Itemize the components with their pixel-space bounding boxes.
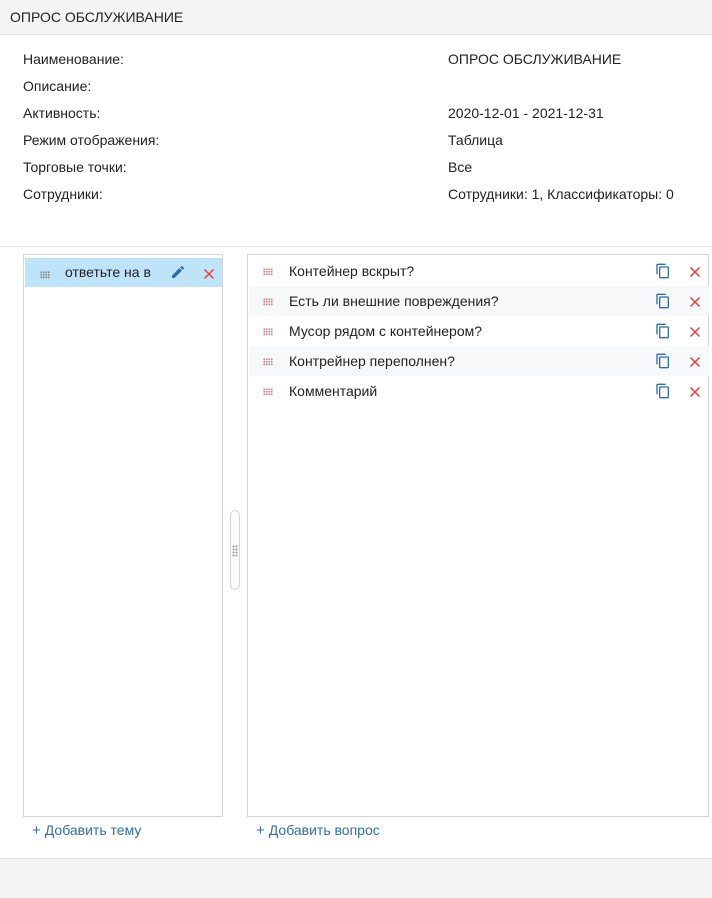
splitter-grip-icon xyxy=(232,545,238,557)
prop-value-activity: 2020-12-01 - 2021-12-31 xyxy=(448,105,604,121)
copy-icon[interactable] xyxy=(655,263,671,279)
theme-label: ответьте на вопросы xyxy=(65,264,151,280)
drag-handle-icon[interactable] xyxy=(40,271,50,279)
prop-label-display-mode: Режим отображения: xyxy=(23,132,160,148)
add-theme-label: Добавить тему xyxy=(44,822,142,838)
section-divider xyxy=(0,246,712,247)
pencil-icon[interactable] xyxy=(170,264,186,280)
delete-icon[interactable] xyxy=(689,325,701,337)
prop-label-activity: Активность: xyxy=(23,105,101,121)
delete-icon[interactable] xyxy=(689,355,701,367)
drag-handle-icon[interactable] xyxy=(263,388,273,396)
add-theme-button[interactable]: + Добавить тему xyxy=(32,822,141,839)
prop-value-display-mode: Таблица xyxy=(448,132,503,148)
copy-icon[interactable] xyxy=(655,293,671,309)
add-question-button[interactable]: + Добавить вопрос xyxy=(256,822,380,839)
drag-handle-icon[interactable] xyxy=(263,268,273,276)
copy-icon[interactable] xyxy=(655,383,671,399)
theme-item[interactable]: ответьте на вопросы xyxy=(25,258,222,287)
delete-icon[interactable] xyxy=(689,295,701,307)
prop-label-description: Описание: xyxy=(23,78,92,94)
question-row[interactable]: Комментарий xyxy=(249,376,709,406)
question-label: Контейнер вскрыт? xyxy=(289,263,415,279)
footer-bar xyxy=(0,858,712,898)
panel-splitter[interactable] xyxy=(230,510,240,590)
window-titlebar: ОПРОС ОБСЛУЖИВАНИЕ xyxy=(0,0,712,35)
prop-label-employees: Сотрудники: xyxy=(23,186,103,202)
prop-value-outlets: Все xyxy=(448,159,473,175)
copy-icon[interactable] xyxy=(655,323,671,339)
questions-panel: Контейнер вскрыт? Есть ли внешние повреж… xyxy=(247,254,709,817)
delete-icon[interactable] xyxy=(689,265,701,277)
delete-icon[interactable] xyxy=(689,385,701,397)
question-label: Есть ли внешние повреждения? xyxy=(289,293,499,309)
question-label: Контрейнер переполнен? xyxy=(289,353,455,369)
themes-panel: ответьте на вопросы xyxy=(23,254,223,817)
prop-label-name: Наименование: xyxy=(23,51,124,67)
plus-icon: + xyxy=(32,822,41,839)
copy-icon[interactable] xyxy=(655,353,671,369)
delete-icon[interactable] xyxy=(203,267,215,279)
prop-value-name: ОПРОС ОБСЛУЖИВАНИЕ xyxy=(448,51,622,67)
drag-handle-icon[interactable] xyxy=(263,298,273,306)
add-question-label: Добавить вопрос xyxy=(268,822,380,838)
prop-label-outlets: Торговые точки: xyxy=(23,159,127,175)
plus-icon: + xyxy=(256,822,265,839)
question-row[interactable]: Мусор рядом с контейнером? xyxy=(249,316,709,346)
question-label: Комментарий xyxy=(289,383,378,399)
question-row[interactable]: Контрейнер переполнен? xyxy=(249,346,709,376)
drag-handle-icon[interactable] xyxy=(263,358,273,366)
question-row[interactable]: Есть ли внешние повреждения? xyxy=(249,286,709,316)
question-row[interactable]: Контейнер вскрыт? xyxy=(249,256,709,286)
survey-properties: Наименование: ОПРОС ОБСЛУЖИВАНИЕ Описани… xyxy=(0,35,712,245)
window-title: ОПРОС ОБСЛУЖИВАНИЕ xyxy=(10,9,184,25)
question-label: Мусор рядом с контейнером? xyxy=(289,323,483,339)
prop-value-employees: Сотрудники: 1, Классификаторы: 0 xyxy=(448,186,674,202)
drag-handle-icon[interactable] xyxy=(263,328,273,336)
